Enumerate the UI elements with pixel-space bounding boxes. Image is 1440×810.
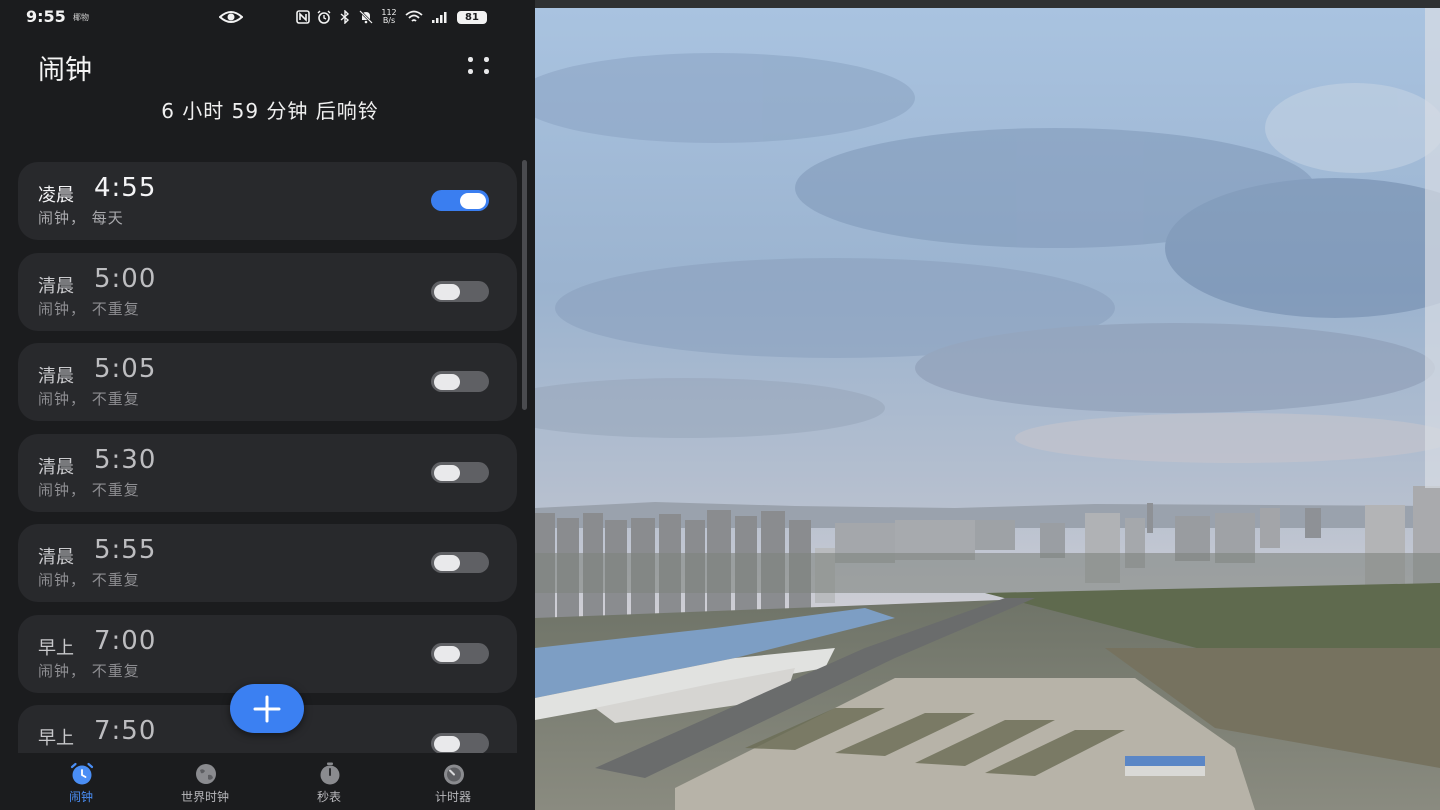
- status-time: 9:55: [26, 7, 66, 26]
- bluetooth-icon: [340, 10, 350, 24]
- more-dot-icon: [484, 69, 489, 74]
- scrollbar[interactable]: [522, 160, 527, 410]
- alarm-period: 清晨: [38, 547, 74, 568]
- alarm-toggle[interactable]: [431, 462, 489, 483]
- stopwatch-icon: [320, 762, 340, 785]
- toggle-knob: [460, 192, 486, 209]
- more-options-button[interactable]: [460, 52, 496, 80]
- more-dot-icon: [468, 69, 473, 74]
- photo-frame-edge: [535, 0, 1440, 8]
- alarm-time: 5:05: [94, 354, 157, 384]
- globe-icon: [196, 764, 216, 784]
- alarm-time: 7:50: [94, 716, 157, 746]
- alarm-subtitle: 闹钟， 每天: [38, 209, 124, 227]
- alarm-subtitle: 闹钟， 不重复: [38, 662, 140, 680]
- alarm-time: 5:55: [94, 535, 157, 565]
- alarm-period: 清晨: [38, 366, 74, 387]
- mute-bell-icon: [359, 10, 373, 24]
- alarm-time: 4:55: [94, 173, 157, 203]
- nav-item-stopwatch[interactable]: 秒表: [279, 753, 379, 810]
- nav-item-timer[interactable]: 计时器: [403, 753, 503, 810]
- toggle-knob: [434, 464, 460, 481]
- next-ring-summary: 6 小时 59 分钟 后响铃: [161, 99, 379, 123]
- nav-label-world-clock: 世界时钟: [180, 790, 229, 804]
- toggle-knob: [434, 554, 460, 571]
- alarm-toggle[interactable]: [431, 190, 489, 211]
- status-icons: 112 B/s 81: [296, 8, 487, 26]
- alarm-time: 5:00: [94, 264, 157, 294]
- alarm-card[interactable]: 清晨 5:05 闹钟， 不重复: [18, 343, 517, 421]
- nav-item-world-clock[interactable]: 世界时钟: [155, 753, 255, 810]
- alarm-card[interactable]: 清晨 5:55 闹钟， 不重复: [18, 524, 517, 602]
- alarm-subtitle: 闹钟， 不重复: [38, 390, 140, 408]
- alarm-toggle[interactable]: [431, 371, 489, 392]
- alarm-toggle[interactable]: [431, 281, 489, 302]
- more-dot-icon: [484, 57, 489, 62]
- toggle-knob: [434, 645, 460, 662]
- alarm-card[interactable]: 清晨 5:00 闹钟， 不重复: [18, 253, 517, 331]
- alarm-card[interactable]: 早上 7:00 闹钟， 不重复: [18, 615, 517, 693]
- city-skyline-photo: [535, 8, 1440, 810]
- battery-indicator: 81: [457, 10, 487, 24]
- alarm-period: 早上: [38, 638, 74, 659]
- alarm-period: 清晨: [38, 457, 74, 478]
- alarm-toggle[interactable]: [431, 552, 489, 573]
- status-bar: 9:55 椰物 112 B/s 81: [0, 0, 535, 34]
- nav-label-timer: 计时器: [434, 790, 471, 804]
- network-speed-unit: B/s: [382, 16, 396, 25]
- timer-icon: [444, 764, 464, 785]
- photo-panel: [535, 0, 1440, 810]
- toggle-knob: [434, 373, 460, 390]
- alarm-time: 5:30: [94, 445, 157, 475]
- alarm-status-icon: [317, 10, 331, 24]
- network-speed: 112 B/s: [380, 9, 398, 25]
- eye-icon: [219, 11, 243, 23]
- alarm-toggle[interactable]: [431, 733, 489, 754]
- nav-item-alarm[interactable]: 闹钟: [31, 753, 131, 810]
- nav-label-alarm: 闹钟: [68, 790, 93, 804]
- alarm-subtitle: 闹钟， 不重复: [38, 300, 140, 318]
- alarm-clock-icon: [70, 762, 94, 785]
- add-alarm-button[interactable]: [230, 684, 304, 733]
- alarm-card[interactable]: 凌晨 4:55 闹钟， 每天: [18, 162, 517, 240]
- nav-label-stopwatch: 秒表: [316, 790, 341, 804]
- toggle-knob: [434, 735, 460, 752]
- alarm-period: 清晨: [38, 276, 74, 297]
- wifi-icon: [405, 10, 423, 22]
- status-carrier-tag: 椰物: [73, 13, 89, 22]
- bottom-navigation: 闹钟 世界时钟 秒表 计时器: [0, 753, 535, 810]
- alarm-app-screen: 9:55 椰物 112 B/s 81 闹钟 6 小时 59 分钟 后响铃 凌晨 …: [0, 0, 535, 810]
- alarm-period: 早上: [38, 728, 74, 749]
- alarm-period: 凌晨: [38, 185, 74, 206]
- alarm-time: 7:00: [94, 626, 157, 656]
- toggle-knob: [434, 283, 460, 300]
- more-dot-icon: [468, 57, 473, 62]
- alarm-card[interactable]: 清晨 5:30 闹钟， 不重复: [18, 434, 517, 512]
- alarm-subtitle: 闹钟， 不重复: [38, 571, 140, 589]
- signal-icon: [432, 12, 447, 23]
- plus-icon: [253, 695, 281, 723]
- alarm-subtitle: 闹钟， 不重复: [38, 481, 140, 499]
- alarm-toggle[interactable]: [431, 643, 489, 664]
- page-title: 闹钟: [38, 55, 92, 86]
- nfc-icon: [296, 10, 310, 24]
